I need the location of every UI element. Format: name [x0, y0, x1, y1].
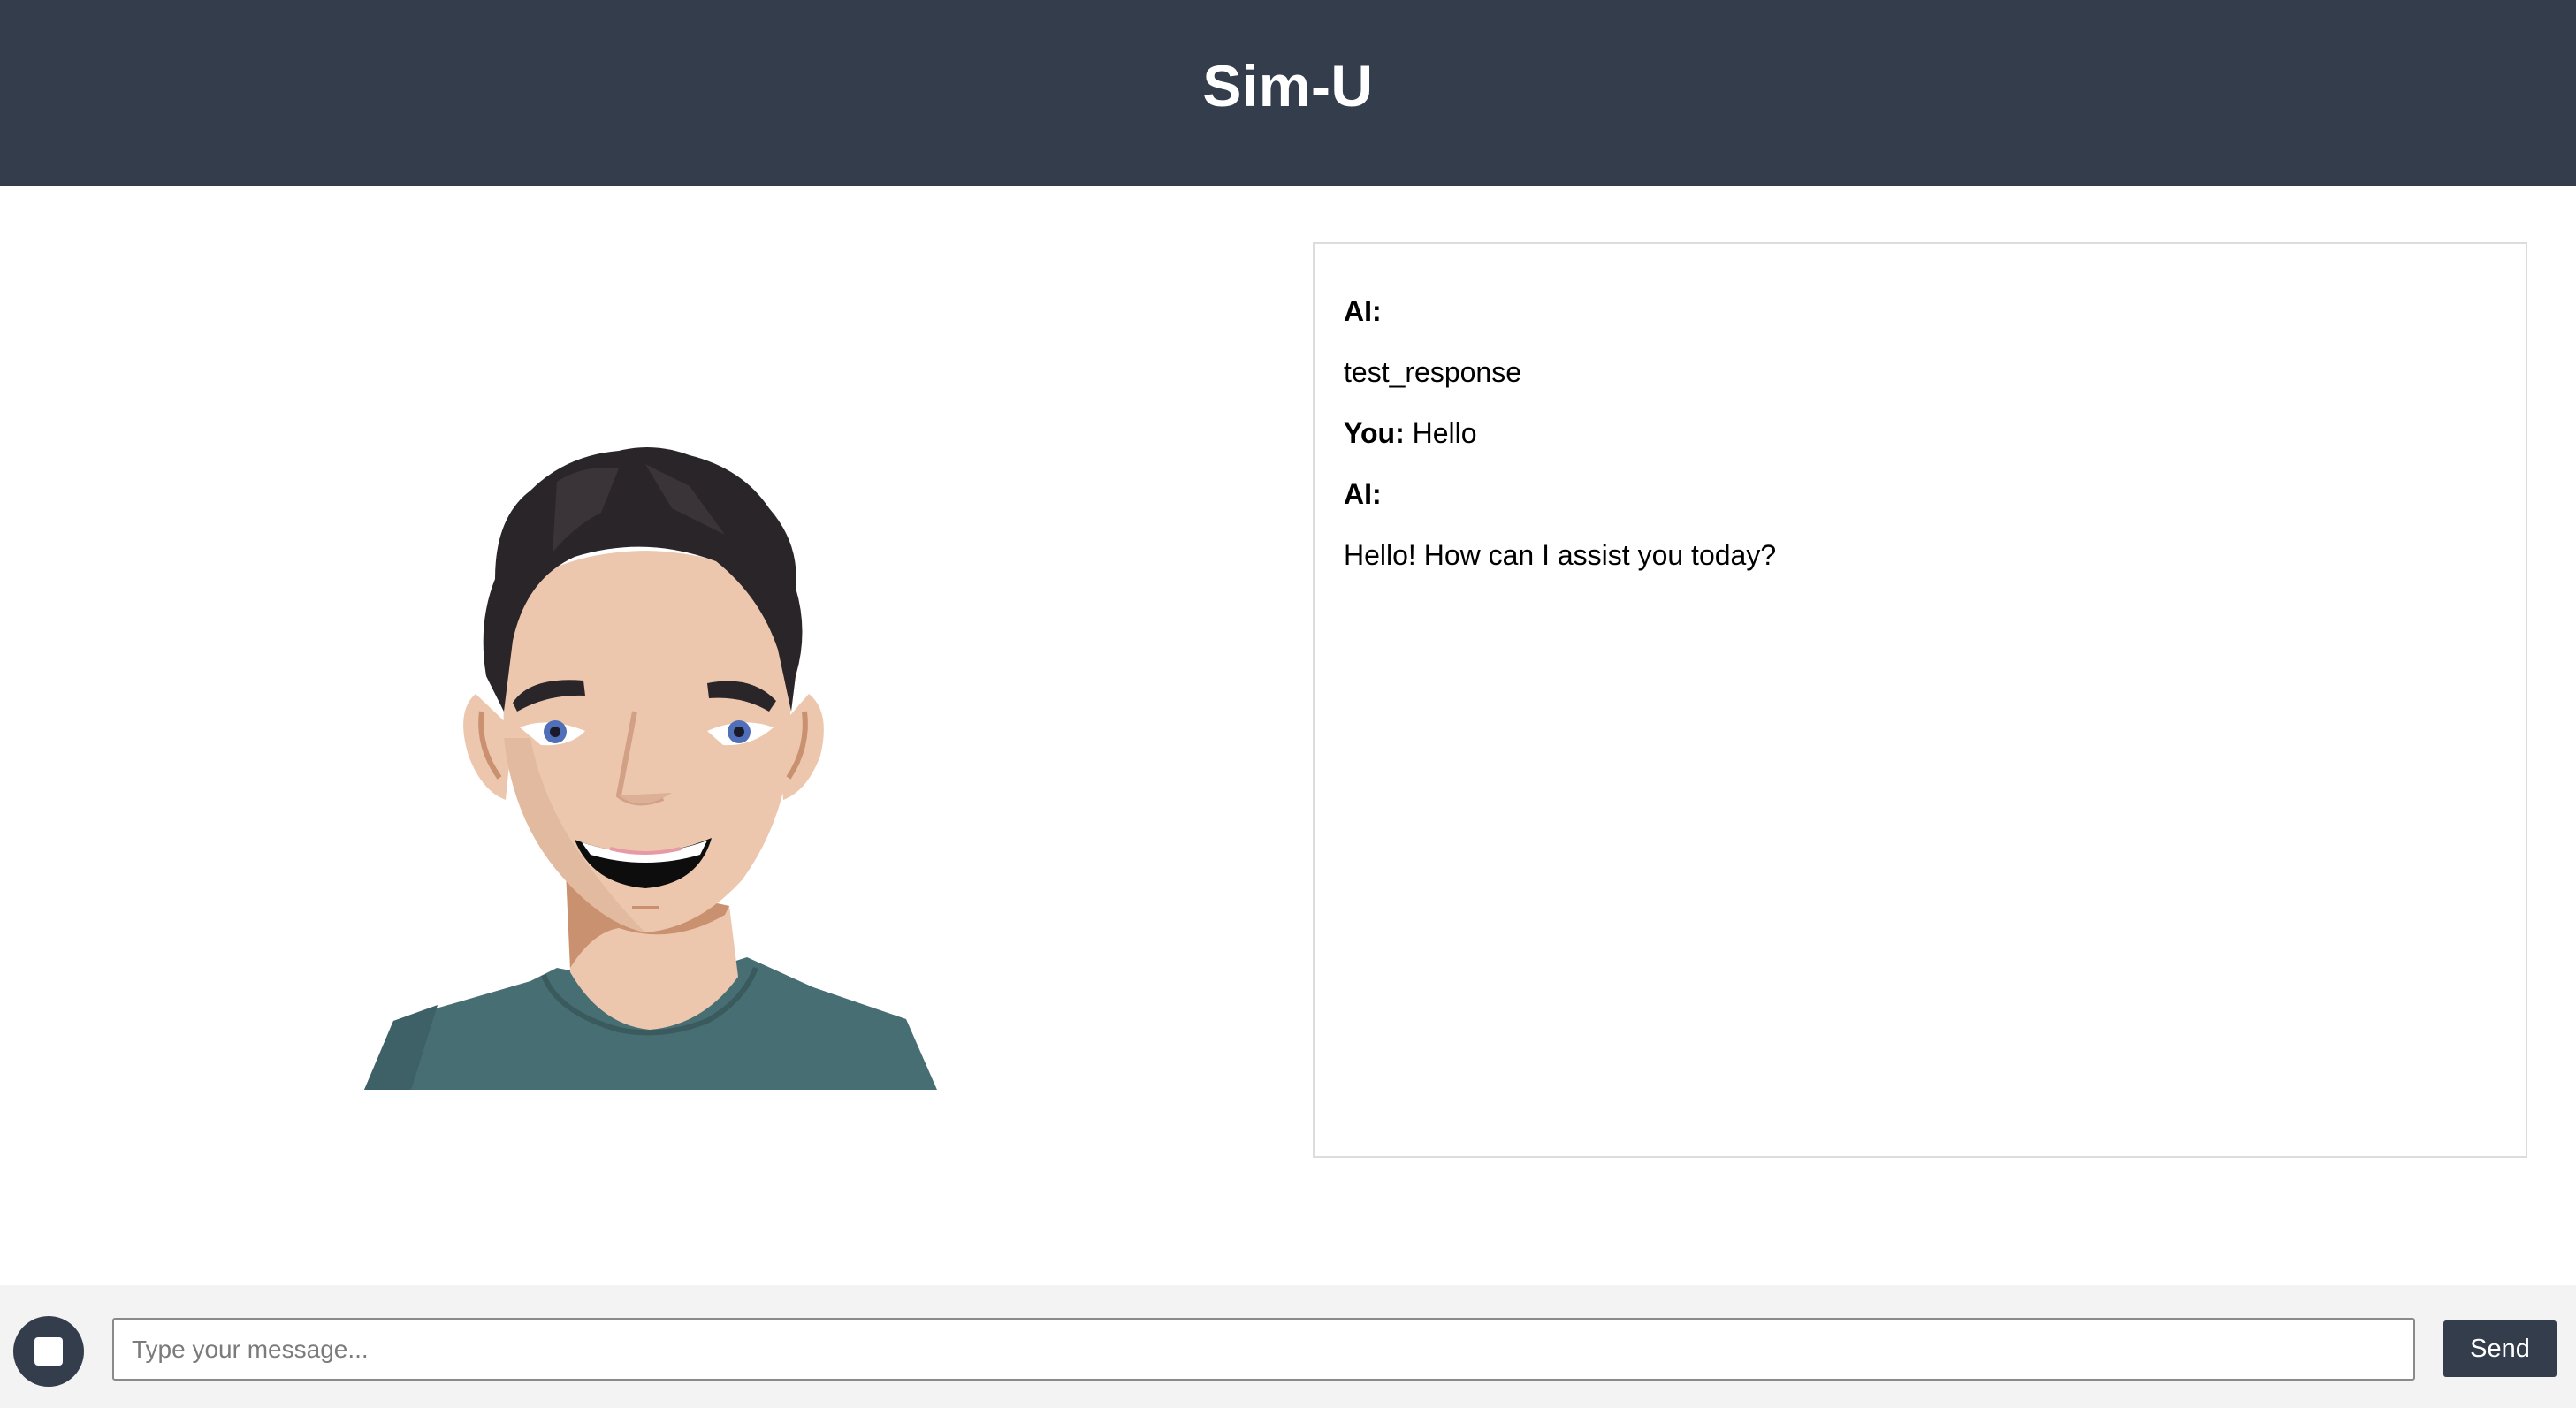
message-input[interactable] — [112, 1318, 2415, 1381]
smiling-man-avatar-icon — [364, 447, 937, 1090]
app-title: Sim-U — [1202, 53, 1374, 118]
composer-bar: Send — [0, 1285, 2576, 1408]
chat-message-ai: AI: test_response — [1344, 293, 2497, 390]
message-text: Hello! How can I assist you today? — [1344, 539, 1777, 571]
chat-panel: AI: test_response You: Hello AI: Hello! … — [1313, 242, 2527, 1158]
message-sender: AI: — [1344, 478, 1382, 510]
message-sender: AI: — [1344, 295, 1382, 327]
message-text: test_response — [1344, 356, 1522, 388]
avatar — [354, 446, 955, 1090]
send-button[interactable]: Send — [2443, 1320, 2557, 1377]
message-text: Hello — [1412, 417, 1477, 449]
chat-message-user: You: Hello — [1344, 415, 2497, 451]
app-header: Sim-U — [0, 0, 2576, 186]
stop-button[interactable] — [13, 1316, 84, 1387]
chat-message-ai: AI: Hello! How can I assist you today? — [1344, 476, 2497, 573]
message-sender: You: — [1344, 417, 1413, 449]
stop-icon — [34, 1337, 63, 1366]
